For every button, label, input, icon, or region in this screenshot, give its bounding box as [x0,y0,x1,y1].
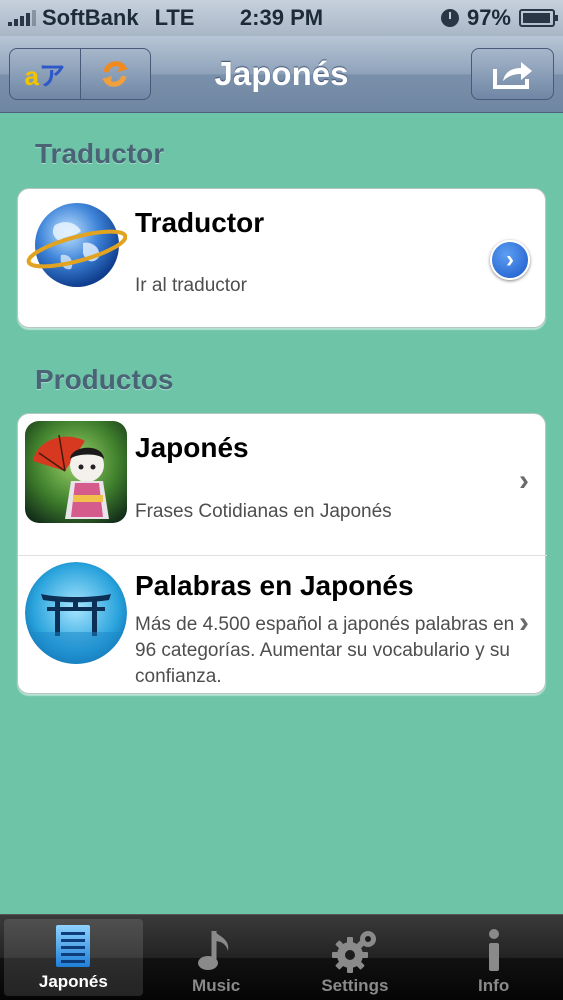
refresh-button[interactable] [79,49,151,99]
status-bar: SoftBank LTE 2:39 PM 97% [0,0,563,36]
tab-info[interactable]: Info [424,915,563,1000]
row-subtitle: Más de 4.500 español a japonés palabras … [135,614,515,687]
row-title: Palabras en Japonés [135,570,414,601]
productos-card: Japonés Frases Cotidianas en Japonés › P… [17,413,547,695]
row-title: Traductor [135,207,265,238]
traductor-card: Traductor Ir al traductor › [17,188,546,328]
translate-button[interactable]: aア [10,49,80,99]
detail-disclosure-button[interactable]: › [490,240,530,280]
list-item-japones[interactable]: Japonés Frases Cotidianas en Japonés › [18,414,547,555]
tab-label: Settings [321,976,389,995]
navigation-bar: aア Japonés [0,36,563,113]
tab-music[interactable]: Music [147,915,286,1000]
share-button[interactable] [471,48,554,100]
row-subtitle: Ir al traductor [135,275,247,296]
chevron-right-icon: › [519,464,529,497]
battery-percent: 97% [466,5,511,30]
section-header-productos: Productos [35,364,174,395]
gear-icon [331,931,376,973]
carrier-name: SoftBank [42,5,139,30]
tab-japones[interactable]: Japonés [4,919,143,996]
battery-icon [519,9,558,27]
geisha-app-icon [25,421,127,523]
list-item-traductor[interactable]: Traductor Ir al traductor › [18,189,547,329]
share-icon [492,62,532,89]
torii-app-icon [25,562,127,664]
translate-icon: aア [24,60,65,91]
tab-bar: Japonés Music Settings Info [0,914,563,1000]
list-icon [56,925,91,967]
tab-settings[interactable]: Settings [286,915,425,1000]
music-note-icon [198,931,229,970]
row-title: Japonés [135,432,249,463]
globe-icon [26,203,127,287]
section-header-traductor: Traductor [35,138,165,169]
tab-label: Info [478,976,510,995]
alarm-clock-icon [440,9,459,27]
refresh-icon [102,61,129,87]
network-type: LTE [154,5,195,30]
nav-left-button-group: aア [9,48,151,100]
tab-label: Japonés [38,972,108,991]
tab-label: Music [192,976,241,995]
row-subtitle: Frases Cotidianas en Japonés [135,501,392,522]
signal-strength-icon [8,10,36,26]
list-item-palabras[interactable]: Palabras en Japonés Más de 4.500 español… [18,556,547,695]
chevron-right-icon: › [519,606,529,639]
info-icon [488,929,499,971]
